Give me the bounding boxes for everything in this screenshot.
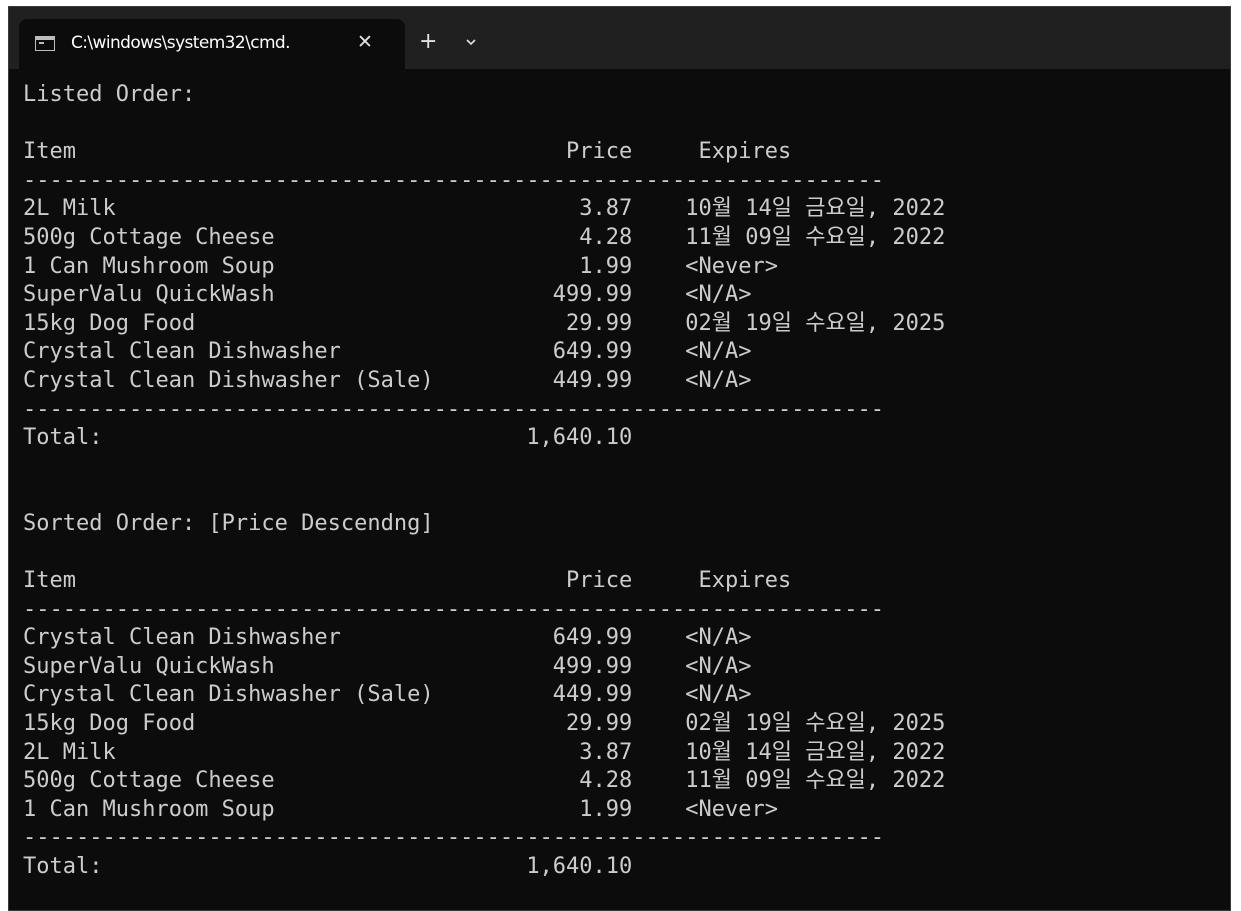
terminal-line: 15kg Dog Food 29.99 02월 19일 수요일, 2025	[23, 711, 946, 737]
terminal-line: Sorted Order: [Price Descendng]	[23, 510, 434, 536]
terminal-line: 2L Milk 3.87 10월 14일 금요일, 2022	[23, 196, 946, 222]
close-icon[interactable]: ✕	[357, 30, 373, 54]
terminal-line: 500g Cottage Cheese 4.28 11월 09일 수요일, 20…	[23, 768, 946, 794]
terminal-line: Total: 1,640.10	[23, 854, 633, 880]
terminal-line: Item Price Expires	[23, 568, 792, 594]
terminal-line: ----------------------------------------…	[23, 167, 884, 193]
terminal-line: ----------------------------------------…	[23, 825, 884, 851]
terminal-line: SuperValu QuickWash 499.99 <N/A>	[23, 282, 752, 308]
terminal-line: Total: 1,640.10	[23, 425, 633, 451]
terminal-output[interactable]: Listed Order: Item Price Expires ---------…	[23, 81, 1230, 910]
tab-title: C:\windows\system32\cmd.	[71, 33, 291, 53]
terminal-line: Crystal Clean Dishwasher 649.99 <N/A>	[23, 339, 752, 365]
chevron-down-icon[interactable]	[461, 32, 481, 52]
terminal-line: ----------------------------------------…	[23, 396, 884, 422]
terminal-window: C:\windows\system32\cmd. ✕ + Listed Orde…	[8, 6, 1231, 911]
tab-bar: C:\windows\system32\cmd. ✕ +	[9, 7, 1230, 69]
terminal-line: SuperValu QuickWash 499.99 <N/A>	[23, 653, 752, 679]
tab-cmd[interactable]: C:\windows\system32\cmd. ✕	[19, 19, 405, 69]
terminal-line: 500g Cottage Cheese 4.28 11월 09일 수요일, 20…	[23, 224, 946, 250]
terminal-icon	[35, 36, 55, 51]
terminal-line: 2L Milk 3.87 10월 14일 금요일, 2022	[23, 739, 946, 765]
terminal-line: 15kg Dog Food 29.99 02월 19일 수요일, 2025	[23, 310, 946, 336]
terminal-line: 1 Can Mushroom Soup 1.99 <Never>	[23, 796, 778, 822]
terminal-line: Item Price Expires	[23, 139, 792, 165]
terminal-line: Crystal Clean Dishwasher (Sale) 449.99 <…	[23, 367, 752, 393]
terminal-line: Crystal Clean Dishwasher 649.99 <N/A>	[23, 625, 752, 651]
terminal-line: 1 Can Mushroom Soup 1.99 <Never>	[23, 253, 778, 279]
terminal-line: ----------------------------------------…	[23, 596, 884, 622]
terminal-line: Crystal Clean Dishwasher (Sale) 449.99 <…	[23, 682, 752, 708]
terminal-line: Listed Order:	[23, 82, 196, 107]
new-tab-button[interactable]: +	[419, 30, 437, 54]
